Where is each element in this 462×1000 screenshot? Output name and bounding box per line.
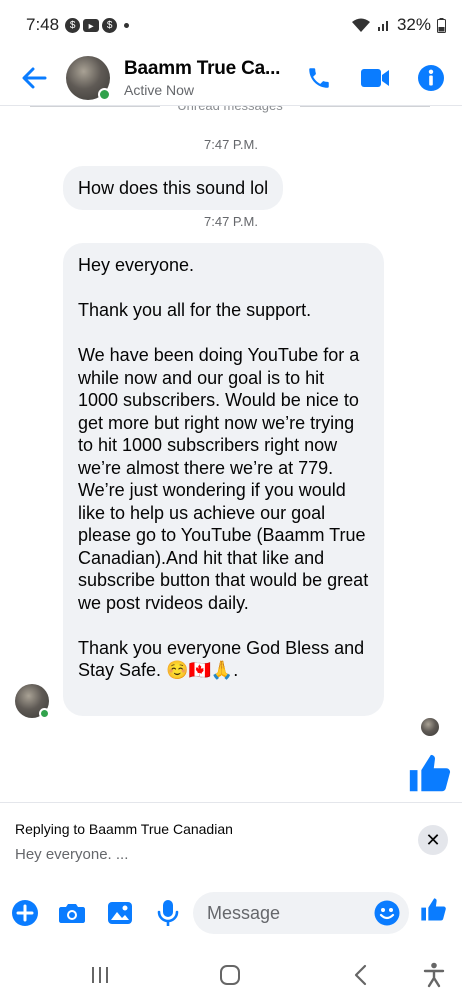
online-indicator bbox=[98, 87, 111, 101]
battery-icon bbox=[437, 17, 446, 33]
send-like-button[interactable] bbox=[419, 896, 447, 924]
message-text: Hey everyone. Thank you all for the supp… bbox=[78, 255, 369, 680]
gallery-button[interactable] bbox=[105, 898, 135, 928]
composer bbox=[0, 888, 462, 938]
message-list[interactable]: Unread messages 7:47 P.M. How does this … bbox=[0, 106, 462, 802]
back-icon bbox=[354, 964, 367, 986]
phone-icon bbox=[309, 68, 329, 88]
voice-message-button[interactable] bbox=[153, 898, 183, 928]
thumbs-up-icon bbox=[421, 898, 446, 921]
info-icon bbox=[418, 65, 444, 91]
message-bubble[interactable]: How does this sound lol bbox=[63, 166, 284, 210]
message-emoji: ☺️🇨🇦🙏. bbox=[166, 660, 239, 680]
accessibility-icon bbox=[423, 962, 445, 988]
status-time: 7:48 bbox=[26, 15, 60, 34]
signal-icon bbox=[377, 21, 388, 31]
wifi-icon bbox=[351, 18, 370, 32]
system-nav-bar bbox=[0, 950, 462, 1000]
unread-divider: Unread messages bbox=[30, 106, 430, 114]
reply-text: Hey everyone. ... bbox=[15, 846, 129, 863]
video-camera-icon bbox=[361, 69, 389, 87]
emoji-icon bbox=[374, 900, 400, 926]
notification-icons: $ ▸ $ bbox=[65, 17, 130, 33]
youtube-icon: ▸ bbox=[83, 18, 100, 32]
message-text: How does this sound lol bbox=[78, 177, 269, 198]
info-button[interactable] bbox=[414, 56, 448, 100]
battery-percent: 32% bbox=[396, 15, 431, 34]
status-right: 32% bbox=[351, 15, 446, 35]
recent-apps-button[interactable] bbox=[86, 962, 114, 988]
more-notifications-dot bbox=[124, 22, 130, 28]
status-bar: 7:48 $ ▸ $ 32% bbox=[0, 0, 462, 50]
arrow-left-icon bbox=[22, 67, 47, 88]
header-actions bbox=[302, 56, 448, 100]
recent-apps-icon bbox=[92, 967, 108, 983]
message-bubble[interactable]: Hey everyone. Thank you all for the supp… bbox=[63, 243, 384, 716]
close-reply-button[interactable]: ✕ bbox=[418, 825, 448, 855]
camera-icon bbox=[59, 904, 85, 923]
accessibility-button[interactable] bbox=[420, 962, 448, 988]
back-nav-button[interactable] bbox=[346, 962, 374, 988]
notification-icon: $ bbox=[65, 17, 81, 33]
chat-title: Baamm True Ca... bbox=[124, 57, 281, 79]
gallery-icon bbox=[108, 902, 132, 924]
message-timestamp: 7:47 P.M. bbox=[204, 214, 258, 229]
sent-like[interactable] bbox=[406, 751, 452, 797]
sender-avatar[interactable] bbox=[15, 684, 50, 719]
contact-avatar[interactable] bbox=[66, 55, 111, 101]
reply-preview: Replying to Baamm True Canadian Hey ever… bbox=[0, 802, 462, 870]
microphone-icon bbox=[157, 900, 179, 926]
chat-header: Baamm True Ca... Active Now bbox=[0, 50, 462, 106]
home-button[interactable] bbox=[216, 962, 244, 988]
active-status: Active Now bbox=[124, 81, 195, 98]
reply-title: Replying to Baamm True Canadian bbox=[15, 821, 233, 837]
thumbs-up-icon bbox=[409, 754, 451, 792]
seen-indicator-avatar bbox=[421, 718, 439, 736]
plus-icon bbox=[12, 900, 38, 926]
back-button[interactable] bbox=[12, 56, 56, 100]
contact-info[interactable]: Baamm True Ca... Active Now bbox=[124, 58, 280, 98]
camera-button[interactable] bbox=[57, 898, 87, 928]
emoji-button[interactable] bbox=[374, 900, 400, 926]
notification-icon: $ bbox=[102, 17, 118, 33]
close-icon: ✕ bbox=[425, 829, 441, 850]
online-indicator bbox=[39, 708, 50, 719]
home-icon bbox=[220, 965, 240, 985]
more-actions-button[interactable] bbox=[10, 898, 40, 928]
status-left: 7:48 $ ▸ $ bbox=[26, 15, 130, 35]
video-call-button[interactable] bbox=[358, 56, 392, 100]
voice-call-button[interactable] bbox=[302, 56, 336, 100]
message-timestamp: 7:47 P.M. bbox=[204, 137, 258, 152]
